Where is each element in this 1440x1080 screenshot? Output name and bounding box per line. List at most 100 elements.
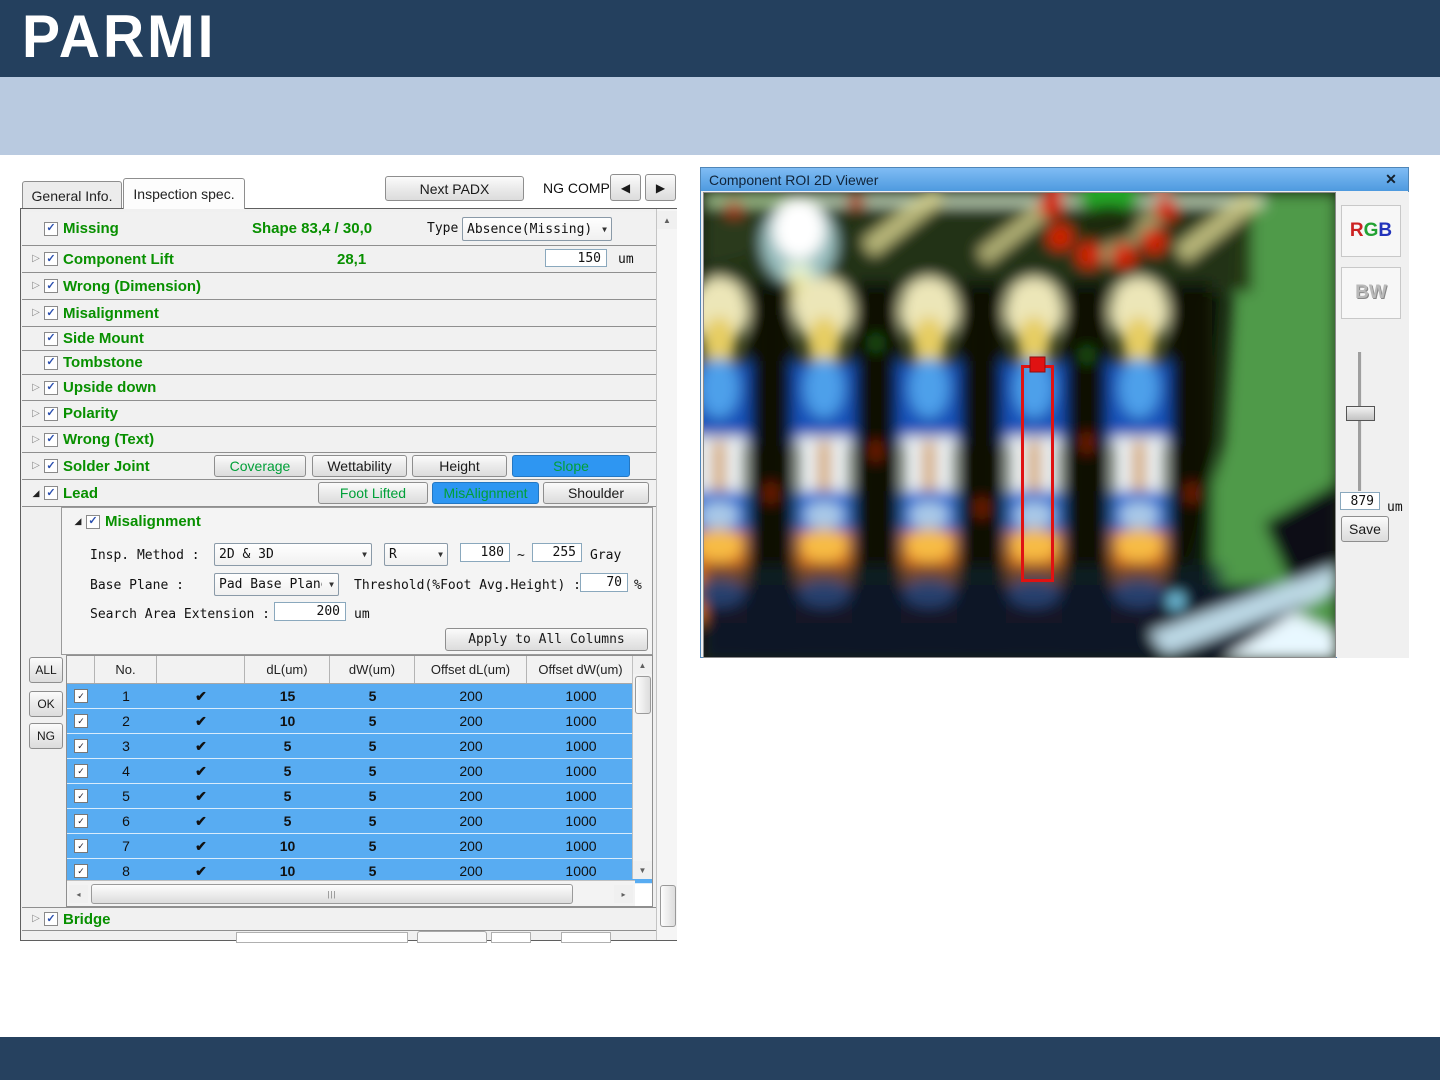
viewer-title-bar[interactable]: Component ROI 2D Viewer ✕	[701, 168, 1408, 191]
table-hscroll-thumb[interactable]: |||	[91, 884, 573, 904]
depth-value-input[interactable]	[1340, 492, 1380, 510]
ng-comp-prev-button[interactable]: ◀	[610, 174, 641, 201]
depth-slider-handle[interactable]	[1346, 406, 1375, 421]
row-solder-joint[interactable]: ▷ ✓ Solder Joint Coverage Wettability He…	[22, 453, 656, 480]
table-vscroll-thumb[interactable]	[635, 676, 651, 714]
gray-to-input[interactable]	[532, 543, 582, 562]
ng-comp-next-button[interactable]: ▶	[645, 174, 676, 201]
row-checkbox[interactable]: ✓	[74, 739, 88, 753]
panel-vscroll-thumb[interactable]	[660, 885, 676, 927]
group-expander[interactable]: ◢	[70, 517, 86, 526]
shoulder-button[interactable]: Shoulder	[543, 482, 649, 504]
row-checkbox[interactable]: ✓	[74, 789, 88, 803]
gray-from-input[interactable]	[460, 543, 510, 562]
component-lift-checkbox[interactable]: ✓	[44, 252, 58, 266]
row-side-mount[interactable]: ✓ Side Mount	[22, 327, 656, 351]
wrong-dimension-expander[interactable]: ▷	[28, 281, 44, 291]
bridge-expander[interactable]: ▷	[28, 914, 44, 924]
base-plane-dropdown[interactable]: Pad Base Plane ▼	[214, 573, 339, 596]
apply-to-all-columns-button[interactable]: Apply to All Columns	[445, 628, 648, 651]
height-button[interactable]: Height	[412, 455, 507, 477]
table-body: ✓ 1 ✔ 15 5 200 1000 ✓ 2 ✔ 10 5 200 1000 …	[67, 684, 652, 884]
missing-type-dropdown[interactable]: Absence(Missing) ▼	[462, 217, 612, 241]
search-area-input[interactable]	[274, 602, 346, 621]
select-ok-button[interactable]: OK	[29, 691, 63, 717]
cell-no: 2	[122, 713, 130, 729]
row-tombstone[interactable]: ✓ Tombstone	[22, 351, 656, 375]
foot-lifted-button[interactable]: Foot Lifted	[318, 482, 428, 504]
row-component-lift[interactable]: ▷ ✓ Component Lift 28,1 um	[22, 246, 656, 273]
row-checkbox[interactable]: ✓	[74, 864, 88, 878]
row-checkbox[interactable]: ✓	[74, 814, 88, 828]
insp-method-dropdown[interactable]: 2D & 3D ▼	[214, 543, 372, 566]
table-row[interactable]: ✓ 7 ✔ 10 5 200 1000	[67, 834, 652, 859]
polarity-expander[interactable]: ▷	[28, 408, 44, 419]
lead-expander[interactable]: ◢	[28, 488, 44, 498]
row-bridge[interactable]: ▷ ✓ Bridge	[22, 907, 656, 931]
misalignment-button[interactable]: MisAlignment	[432, 482, 539, 504]
polarity-checkbox[interactable]: ✓	[44, 406, 58, 421]
side-mount-checkbox[interactable]: ✓	[44, 331, 58, 346]
scroll-up-icon[interactable]: ▲	[633, 656, 652, 674]
close-icon[interactable]: ✕	[1382, 171, 1400, 188]
tombstone-checkbox[interactable]: ✓	[44, 355, 58, 370]
tab-inspection-spec[interactable]: Inspection spec.	[123, 178, 245, 209]
row-checkbox[interactable]: ✓	[74, 839, 88, 853]
coverage-button[interactable]: Coverage	[214, 455, 306, 477]
upside-down-expander[interactable]: ▷	[28, 382, 44, 393]
row-misalignment[interactable]: ▷ ✓ Misalignment	[22, 300, 656, 327]
row-upside-down[interactable]: ▷ ✓ Upside down	[22, 375, 656, 401]
cell-offset-dw: 1000	[565, 838, 597, 854]
row-wrong-dimension[interactable]: ▷ ✓ Wrong (Dimension)	[22, 273, 656, 300]
bw-mode-button[interactable]: BW	[1341, 267, 1401, 319]
component-lift-input[interactable]	[545, 249, 607, 267]
depth-slider-track[interactable]	[1358, 352, 1362, 491]
upside-down-checkbox[interactable]: ✓	[44, 380, 58, 395]
roi-image[interactable]	[703, 192, 1336, 658]
misalignment-expander[interactable]: ▷	[28, 308, 44, 318]
row-checkbox[interactable]: ✓	[74, 689, 88, 703]
channel-dropdown[interactable]: R ▼	[384, 543, 448, 566]
scroll-down-icon[interactable]: ▼	[633, 861, 652, 879]
table-row[interactable]: ✓ 6 ✔ 5 5 200 1000	[67, 809, 652, 834]
cell-dl: 15	[279, 688, 296, 704]
wrong-text-checkbox[interactable]: ✓	[44, 432, 58, 447]
threshold-input[interactable]	[580, 573, 628, 592]
table-row[interactable]: ✓ 3 ✔ 5 5 200 1000	[67, 734, 652, 759]
select-ng-button[interactable]: NG	[29, 723, 63, 749]
missing-checkbox[interactable]: ✓	[44, 221, 58, 236]
row-checkbox[interactable]: ✓	[74, 764, 88, 778]
save-button[interactable]: Save	[1341, 516, 1389, 542]
row-lead[interactable]: ◢ ✓ Lead Foot Lifted MisAlignment Should…	[22, 480, 656, 507]
scroll-left-icon[interactable]: ◂	[69, 885, 88, 903]
table-row[interactable]: ✓ 1 ✔ 15 5 200 1000	[67, 684, 652, 709]
arrow-right-icon: ▶	[655, 180, 666, 195]
row-missing[interactable]: ✓ Missing Shape 83,4 / 30,0 Type Absence…	[22, 212, 656, 246]
component-lift-expander[interactable]: ▷	[28, 254, 44, 264]
row-polarity[interactable]: ▷ ✓ Polarity	[22, 401, 656, 427]
solder-joint-expander[interactable]: ▷	[28, 461, 44, 471]
table-vertical-scrollbar[interactable]: ▲ ▼	[632, 656, 652, 879]
next-padx-button[interactable]: Next PADX	[385, 176, 524, 201]
table-row[interactable]: ✓ 5 ✔ 5 5 200 1000	[67, 784, 652, 809]
tab-general-info[interactable]: General Info.	[22, 181, 122, 209]
select-all-button[interactable]: ALL	[29, 657, 63, 683]
rgb-mode-button[interactable]: RGB	[1341, 205, 1401, 257]
solder-joint-checkbox[interactable]: ✓	[44, 459, 58, 473]
wrong-text-expander[interactable]: ▷	[28, 434, 44, 445]
table-row[interactable]: ✓ 4 ✔ 5 5 200 1000	[67, 759, 652, 784]
table-horizontal-scrollbar[interactable]: ◂ ||| ▸	[67, 880, 635, 906]
scroll-right-icon[interactable]: ▸	[614, 885, 633, 903]
panel-vertical-scrollbar[interactable]: ▲	[656, 209, 677, 940]
row-checkbox[interactable]: ✓	[74, 714, 88, 728]
group-misalignment-checkbox[interactable]: ✓	[86, 514, 100, 529]
scroll-up-icon[interactable]: ▲	[657, 211, 677, 229]
misalignment-checkbox[interactable]: ✓	[44, 306, 58, 320]
slope-button[interactable]: Slope	[512, 455, 630, 477]
bridge-checkbox[interactable]: ✓	[44, 912, 58, 926]
row-wrong-text[interactable]: ▷ ✓ Wrong (Text)	[22, 427, 656, 453]
wrong-dimension-checkbox[interactable]: ✓	[44, 279, 58, 293]
table-row[interactable]: ✓ 2 ✔ 10 5 200 1000	[67, 709, 652, 734]
wettability-button[interactable]: Wettability	[312, 455, 407, 477]
lead-checkbox[interactable]: ✓	[44, 486, 58, 500]
